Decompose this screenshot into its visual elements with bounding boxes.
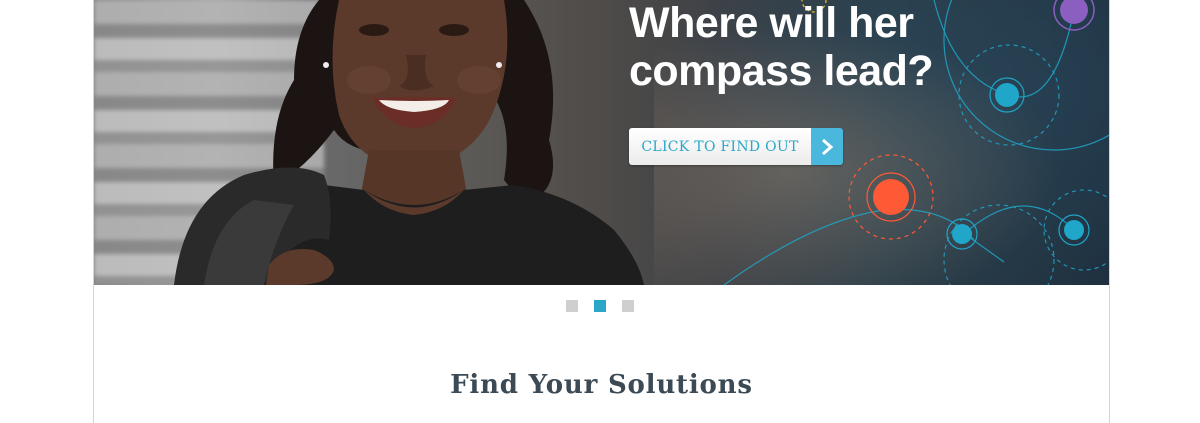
hero-headline-line2: compass lead? [629,47,934,95]
chevron-right-icon [811,128,843,165]
cta-label: CLICK TO FIND OUT [629,128,811,165]
click-to-find-out-button[interactable]: CLICK TO FIND OUT [629,128,843,165]
carousel-dot-2[interactable] [594,300,606,312]
carousel-dot-3[interactable] [622,300,634,312]
hero-headline-line1: Where will her [629,0,914,47]
compass-network-graphic [723,0,1109,285]
section-title: Find Your Solutions [450,370,753,400]
hero-banner[interactable]: Where will her compass lead? CLICK TO FI… [94,0,1109,285]
carousel-pagination [566,300,634,312]
page-container: Where will her compass lead? CLICK TO FI… [93,0,1110,423]
carousel-dot-1[interactable] [566,300,578,312]
